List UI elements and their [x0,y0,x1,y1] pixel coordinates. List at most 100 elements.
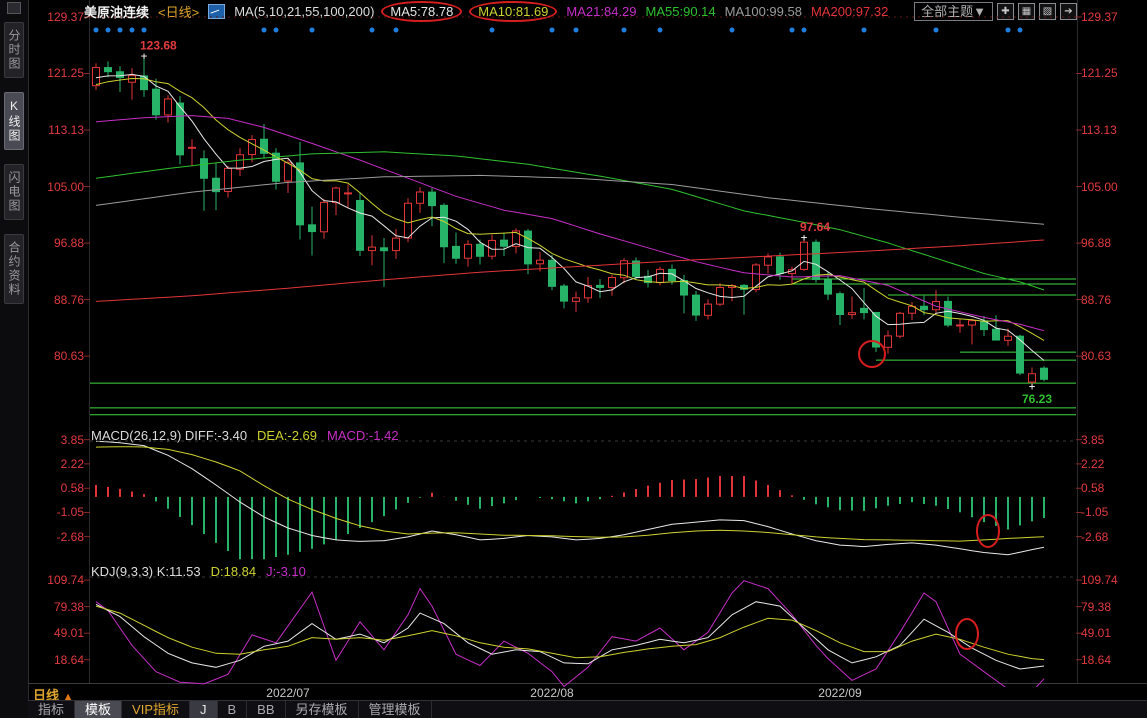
candle-body [753,265,760,290]
tab-template[interactable]: 模板 [75,701,122,718]
signal-dot [862,28,867,33]
axis-label: 79.38 [30,600,84,614]
plot-right-border [1077,0,1078,683]
axis-label: 88.76 [30,293,84,307]
red-circle-annotation [977,515,999,547]
chart-canvas[interactable]: +123.68+97.64+76.23 [0,0,1147,718]
ma-legend-value-1: MA10:81.69 [469,1,557,22]
candle-body [801,242,808,269]
candle-body [429,192,436,205]
candle-body [861,308,868,312]
candle-body [717,287,724,304]
ma-legend-value-3: MA55:90.14 [646,4,716,19]
chart-tools-icon[interactable]: ▧ [1039,3,1056,20]
candle-body [381,248,388,251]
candle-body [261,139,268,153]
tab-manage-template[interactable]: 管理模板 [359,701,432,718]
signal-dot [490,28,495,33]
axis-label: -2.68 [30,530,84,544]
candle-body [441,205,448,246]
exit-icon[interactable]: ➔ [1060,3,1077,20]
sidebar-item-contract-info[interactable]: 合约资料 [4,234,24,304]
signal-dot [550,28,555,33]
candle-body [621,261,628,278]
signal-dot [802,28,807,33]
x-axis-month-label: 2022/07 [253,686,323,700]
candle-body [885,336,892,347]
candle-body [453,246,460,258]
tab-vip-indicator[interactable]: VIP指标 [122,701,190,718]
signal-dot [118,28,123,33]
trading-app-window: 分时图K线图闪电图合约资料 美原油连续 <日线> MA(5,10,21,55,1… [0,0,1147,718]
candle-body [237,155,244,169]
sidebar-item-kline-chart[interactable]: K线图 [4,92,24,150]
kdj-j-line [96,581,1044,692]
theme-dropdown-button[interactable]: 全部主题▼ [914,2,993,21]
axis-label: 18.64 [1081,653,1143,667]
signal-dot [574,28,579,33]
signal-dot [622,28,627,33]
main-price-panel [90,28,1076,415]
macd-header-part-0: MACD(26,12,9) DIFF:-3.40 [91,428,247,443]
axis-label: 18.64 [30,653,84,667]
tab-save-template[interactable]: 另存模板 [286,701,359,718]
candle-body [909,306,916,313]
ma-legend: MA5:78.78MA10:81.69MA21:84.29MA55:90.14M… [383,4,897,19]
candle-body [93,68,100,86]
kline-style-icon[interactable] [208,4,225,19]
time-axis-row: 日线 ▲ 2022/072022/082022/09 [28,683,1147,700]
candle-body [633,261,640,276]
signal-dot [106,28,111,33]
tab-bb[interactable]: BB [247,701,285,718]
left-sidebar: 分时图 K线图闪电图合约资料 [0,0,29,718]
tab-indicator[interactable]: 指标 [28,701,75,718]
macd-header-part-1: DEA:-2.69 [257,428,317,443]
candle-body [141,76,148,90]
symbol-title: 美原油连续 [84,2,149,21]
candle-body [765,257,772,265]
axis-label: -1.05 [1081,505,1143,519]
ma5-line [96,74,1044,360]
tab-b[interactable]: B [218,701,248,718]
crosshair-icon[interactable]: ✚ [997,3,1014,20]
x-axis-month-label: 2022/08 [517,686,587,700]
candle-body [693,295,700,315]
axis-label: 49.01 [1081,626,1143,640]
candle-body [873,313,880,348]
candle-body [585,286,592,298]
candle-body [405,203,412,238]
candle-body [813,242,820,279]
candle-body [789,270,796,274]
ma100-line [96,175,1044,224]
ma-legend-value-5: MA200:97.32 [811,4,888,19]
sidebar-item-time-chart[interactable]: 分时图 [4,22,24,78]
signal-dot [934,28,939,33]
sidebar-item-flash-chart[interactable]: 闪电图 [4,164,24,220]
axis-label: 109.74 [30,573,84,587]
signal-dot [790,28,795,33]
candle-body [297,163,304,225]
candle-body [189,147,196,148]
candle-body [933,302,940,310]
candle-body [417,192,424,203]
candle-body [981,321,988,330]
tab-j[interactable]: J [190,701,218,718]
candle-body [513,231,520,246]
axis-label: 121.25 [30,66,84,80]
candle-body [177,103,184,155]
candle-body [573,298,580,302]
candle-body [657,269,664,282]
candle-body [729,286,736,288]
signal-dot [1006,28,1011,33]
candle-body [945,301,952,325]
axis-label: 0.58 [30,481,84,495]
signal-dot [394,28,399,33]
candle-body [993,329,1000,340]
candle-body [213,178,220,191]
candle-body [477,244,484,256]
plot-left-border [89,0,90,683]
signal-dot [262,28,267,33]
candle-body [225,168,232,191]
candle-body [465,244,472,258]
region-stats-icon[interactable]: ▦ [1018,3,1035,20]
